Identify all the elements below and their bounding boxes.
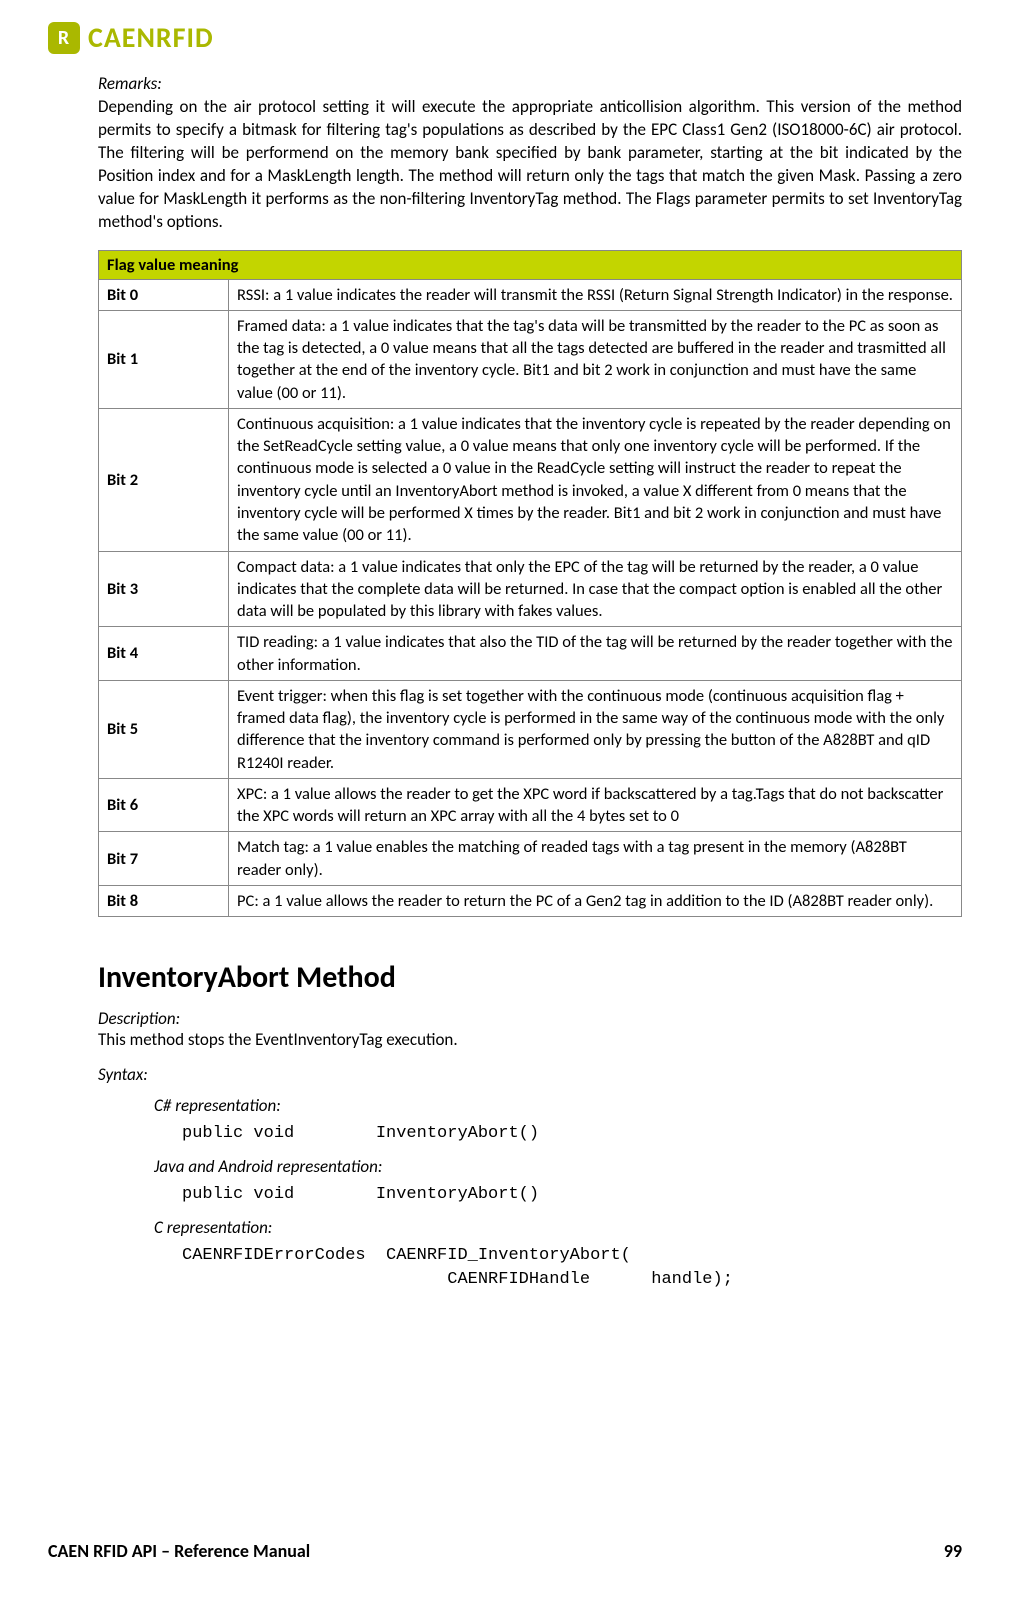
table-row: Bit 8PC: a 1 value allows the reader to … [99,886,962,917]
bit-desc: Match tag: a 1 value enables the matchin… [229,832,962,886]
method-title: InventoryAbort Method [98,959,962,996]
repr-label-java: Java and Android representation: [154,1156,962,1177]
table-row: Bit 1Framed data: a 1 value indicates th… [99,310,962,408]
bit-desc: XPC: a 1 value allows the reader to get … [229,778,962,832]
bit-desc: Compact data: a 1 value indicates that o… [229,551,962,627]
footer-right: 99 [944,1540,962,1562]
bit-desc: PC: a 1 value allows the reader to retur… [229,886,962,917]
bit-label: Bit 5 [99,680,229,778]
table-row: Bit 3Compact data: a 1 value indicates t… [99,551,962,627]
code-java: public void InventoryAbort() [182,1183,962,1207]
table-row: Bit 2Continuous acquisition: a 1 value i… [99,408,962,551]
flag-table: Flag value meaning Bit 0RSSI: a 1 value … [98,250,962,918]
code-c: CAENRFIDErrorCodes CAENRFID_InventoryAbo… [182,1244,962,1292]
bit-label: Bit 6 [99,778,229,832]
bit-label: Bit 1 [99,310,229,408]
table-row: Bit 7Match tag: a 1 value enables the ma… [99,832,962,886]
bit-desc: Framed data: a 1 value indicates that th… [229,310,962,408]
footer: CAEN RFID API – Reference Manual 99 [48,1540,962,1562]
syntax-label: Syntax: [98,1064,962,1085]
bit-label: Bit 0 [99,279,229,310]
footer-left: CAEN RFID API – Reference Manual [48,1540,310,1562]
description-text: This method stops the EventInventoryTag … [98,1029,962,1050]
bit-desc: Event trigger: when this flag is set tog… [229,680,962,778]
bit-desc: TID reading: a 1 value indicates that al… [229,627,962,681]
bit-label: Bit 8 [99,886,229,917]
repr-label-csharp: C# representation: [154,1095,962,1116]
table-row: Bit 5Event trigger: when this flag is se… [99,680,962,778]
remarks-label: Remarks: [98,73,962,94]
table-row: Bit 0RSSI: a 1 value indicates the reade… [99,279,962,310]
logo: R CAENRFID [48,20,962,55]
logo-icon: R [48,22,80,54]
bit-label: Bit 7 [99,832,229,886]
logo-text: CAENRFID [88,20,214,55]
bit-label: Bit 4 [99,627,229,681]
bit-label: Bit 3 [99,551,229,627]
table-row: Bit 6XPC: a 1 value allows the reader to… [99,778,962,832]
repr-label-c: C representation: [154,1217,962,1238]
bit-label: Bit 2 [99,408,229,551]
table-header: Flag value meaning [99,250,962,279]
description-label: Description: [98,1008,962,1029]
table-row: Bit 4TID reading: a 1 value indicates th… [99,627,962,681]
bit-desc: RSSI: a 1 value indicates the reader wil… [229,279,962,310]
bit-desc: Continuous acquisition: a 1 value indica… [229,408,962,551]
remarks-text: Depending on the air protocol setting it… [98,96,962,234]
code-csharp: public void InventoryAbort() [182,1122,962,1146]
